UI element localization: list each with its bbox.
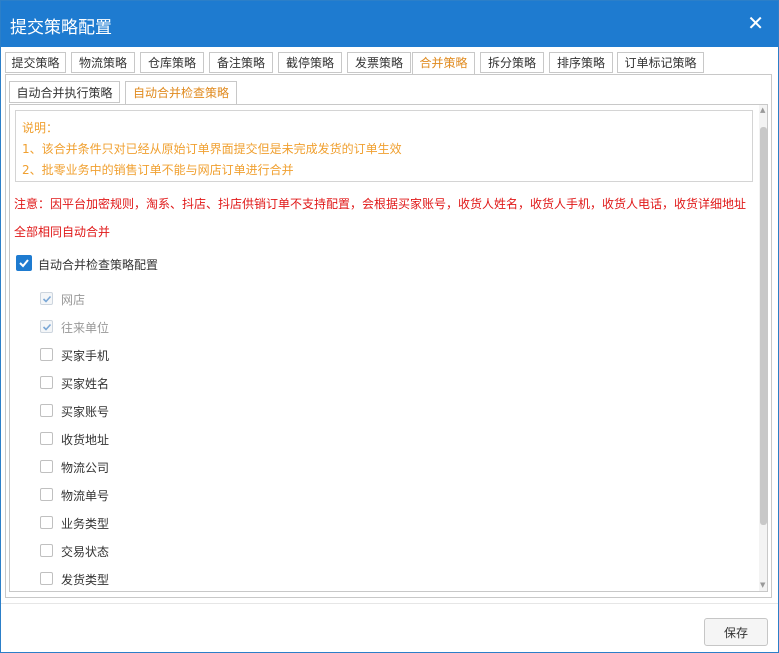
checkbox-shipping-address[interactable] <box>40 432 53 445</box>
checkbox-logistics-company[interactable] <box>40 460 53 473</box>
tab-split[interactable]: 拆分策略 <box>480 52 544 73</box>
scroll-up-icon[interactable]: ▲ <box>760 107 765 114</box>
title-bar: 提交策略配置 ✕ <box>1 1 778 47</box>
description-line-2: 2、批零业务中的销售订单不能与网店订单进行合并 <box>22 163 294 177</box>
option-label: 发货类型 <box>61 573 110 587</box>
option-buyer-phone[interactable]: 买家手机 <box>40 346 260 366</box>
auto-merge-check-config-checkbox[interactable] <box>16 255 32 271</box>
warning-line-2: 全部相同自动合并 <box>14 225 111 239</box>
checkbox-delivery-type[interactable] <box>40 572 53 585</box>
tab-order-mark[interactable]: 订单标记策略 <box>617 52 704 73</box>
auto-merge-check-config-label: 自动合并检查策略配置 <box>38 258 159 272</box>
checkbox-partner-unit[interactable] <box>40 320 53 333</box>
tab-sort[interactable]: 排序策略 <box>549 52 613 73</box>
option-label: 买家手机 <box>61 349 110 363</box>
strategy-config-dialog: 提交策略配置 ✕ 提交策略 物流策略 仓库策略 备注策略 截停策略 发票策略 合… <box>0 0 779 653</box>
check-icon <box>42 295 52 303</box>
option-delivery-type[interactable]: 发货类型 <box>40 570 260 590</box>
tab-remark[interactable]: 备注策略 <box>209 52 273 73</box>
dialog-title: 提交策略配置 <box>10 18 112 38</box>
check-strategy-panel: 说明： 1、该合并条件只对已经从原始订单界面提交但是未完成发货的订单生效 2、批… <box>9 104 768 592</box>
close-icon[interactable]: ✕ <box>747 11 764 35</box>
tab-invoice[interactable]: 发票策略 <box>347 52 411 73</box>
option-logistics-company[interactable]: 物流公司 <box>40 458 260 478</box>
option-tracking-number[interactable]: 物流单号 <box>40 486 260 506</box>
option-shipping-address[interactable]: 收货地址 <box>40 430 260 450</box>
check-icon <box>42 323 52 331</box>
checkbox-tracking-number[interactable] <box>40 488 53 501</box>
description-heading: 说明： <box>22 121 59 135</box>
checkbox-buyer-account[interactable] <box>40 404 53 417</box>
option-label: 物流单号 <box>61 489 110 503</box>
vertical-scrollbar[interactable]: ▲ ▼ <box>759 105 767 591</box>
option-label: 交易状态 <box>61 545 110 559</box>
option-online-store[interactable]: 网店 <box>40 290 260 310</box>
option-business-type[interactable]: 业务类型 <box>40 514 260 534</box>
checkbox-business-type[interactable] <box>40 516 53 529</box>
subtab-auto-merge-check[interactable]: 自动合并检查策略 <box>125 81 237 105</box>
option-trade-status[interactable]: 交易状态 <box>40 542 260 562</box>
option-partner-unit[interactable]: 往来单位 <box>40 318 260 338</box>
checkbox-buyer-name[interactable] <box>40 376 53 389</box>
scroll-down-icon[interactable]: ▼ <box>760 582 765 589</box>
save-button[interactable]: 保存 <box>704 618 768 646</box>
option-label: 物流公司 <box>61 461 110 475</box>
tab-logistics[interactable]: 物流策略 <box>71 52 135 73</box>
warning-line-1: 注意：因平台加密规则，淘系、抖店、抖店供销订单不支持配置，会根据买家账号，收货人… <box>14 197 747 211</box>
scrollbar-thumb[interactable] <box>760 127 767 525</box>
footer-divider <box>1 603 778 604</box>
option-label: 往来单位 <box>61 321 110 335</box>
description-line-1: 1、该合并条件只对已经从原始订单界面提交但是未完成发货的订单生效 <box>22 142 402 156</box>
checkbox-buyer-phone[interactable] <box>40 348 53 361</box>
checkbox-trade-status[interactable] <box>40 544 53 557</box>
tab-merge[interactable]: 合并策略 <box>412 52 475 75</box>
tab-intercept[interactable]: 截停策略 <box>278 52 342 73</box>
checkbox-online-store[interactable] <box>40 292 53 305</box>
option-label: 网店 <box>61 293 86 307</box>
description-box: 说明： 1、该合并条件只对已经从原始订单界面提交但是未完成发货的订单生效 2、批… <box>15 110 753 182</box>
option-label: 业务类型 <box>61 517 110 531</box>
tab-warehouse[interactable]: 仓库策略 <box>140 52 204 73</box>
option-buyer-account[interactable]: 买家账号 <box>40 402 260 422</box>
tab-submit[interactable]: 提交策略 <box>5 52 66 73</box>
option-label: 买家账号 <box>61 405 110 419</box>
subtab-auto-merge-exec[interactable]: 自动合并执行策略 <box>9 81 120 103</box>
option-label: 收货地址 <box>61 433 110 447</box>
option-label: 买家姓名 <box>61 377 110 391</box>
check-icon <box>19 259 29 268</box>
option-buyer-name[interactable]: 买家姓名 <box>40 374 260 394</box>
